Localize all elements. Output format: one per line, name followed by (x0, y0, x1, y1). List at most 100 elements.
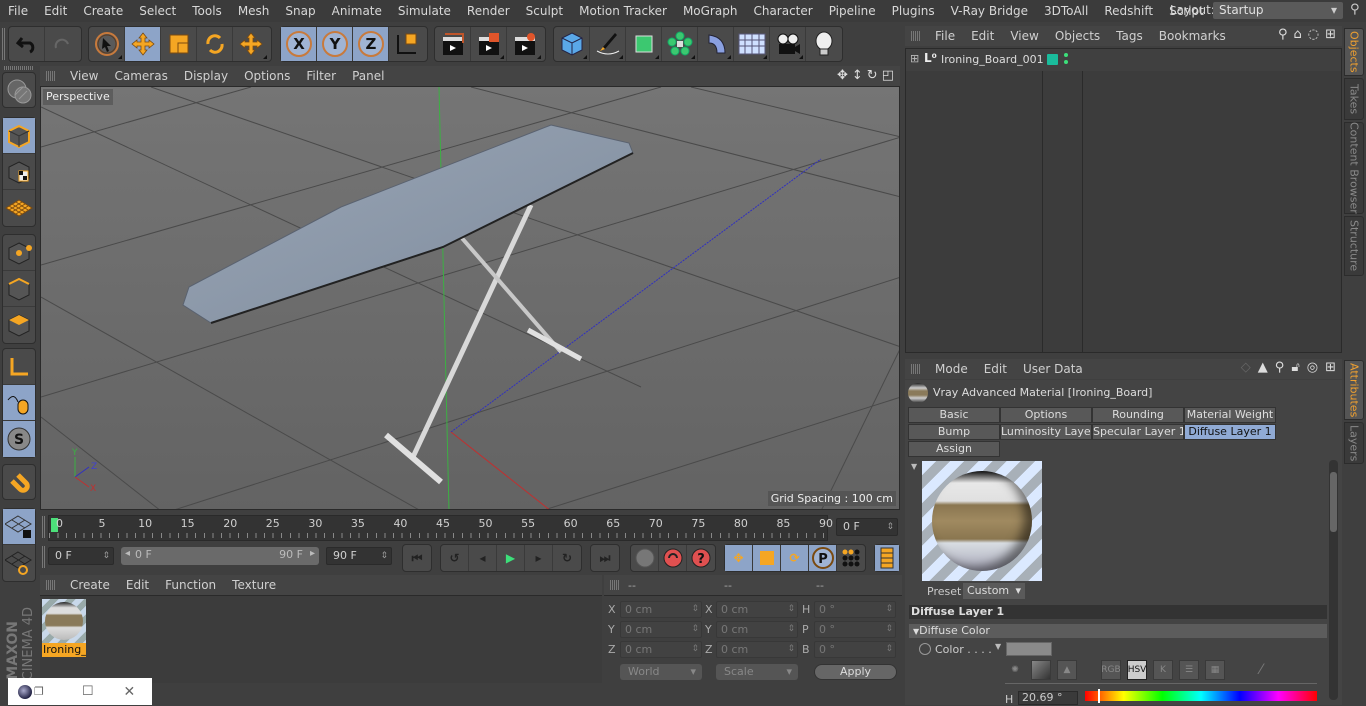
tab-bump[interactable]: Bump (908, 424, 1000, 440)
workplane-lock-icon[interactable] (3, 509, 35, 545)
object-menu-view[interactable]: View (1002, 29, 1046, 43)
pos-z-field[interactable]: 0 cm (620, 641, 702, 658)
camera-label[interactable]: Perspective (43, 89, 113, 105)
deformer-icon[interactable] (698, 27, 734, 61)
go-to-previous-key-icon[interactable]: ↺ (441, 545, 469, 571)
home-icon[interactable]: ⌂ (1293, 27, 1301, 42)
apply-button[interactable]: Apply (814, 664, 897, 680)
attributes-scrollbar[interactable] (1329, 460, 1338, 700)
viewport-dolly-icon[interactable]: ↕ (852, 68, 863, 83)
pos-y-field[interactable]: 0 cm (620, 621, 702, 638)
texture-mode-icon[interactable] (3, 154, 35, 190)
render-picture-viewer-icon[interactable] (471, 27, 507, 61)
menu-mesh[interactable]: Mesh (230, 4, 278, 18)
close-icon[interactable]: ✕ (124, 684, 136, 700)
mixer-icon[interactable]: ☰ (1179, 660, 1199, 680)
color-options-icon[interactable]: ▼ (995, 642, 1001, 651)
solo-mode-icon[interactable]: S (3, 421, 35, 457)
viewport-menu-display[interactable]: Display (176, 69, 236, 83)
scrollbar-thumb[interactable] (1330, 472, 1337, 532)
menu-render[interactable]: Render (459, 4, 518, 18)
workplane-mode-icon[interactable] (3, 190, 35, 226)
material-menu-texture[interactable]: Texture (224, 578, 284, 592)
size-y-field[interactable]: 0 cm (716, 621, 798, 638)
viewport-pan-icon[interactable]: ✥ (837, 68, 848, 83)
camera-icon[interactable] (770, 27, 806, 61)
restore-icon[interactable]: ❐ (34, 685, 44, 698)
render-settings-icon[interactable] (507, 27, 543, 61)
subsection-diffuse-color[interactable]: ▼Diffuse Color (909, 624, 1327, 638)
target-icon[interactable]: ◎ (1307, 360, 1318, 375)
points-mode-icon[interactable] (3, 235, 35, 271)
viewport-menu-view[interactable]: View (62, 69, 106, 83)
tab-takes[interactable]: Takes (1344, 78, 1364, 120)
play-icon[interactable]: ▶ (497, 545, 525, 571)
attr-menu-edit[interactable]: Edit (976, 362, 1015, 376)
viewport-solo-icon[interactable] (3, 73, 35, 109)
attr-menu-mode[interactable]: Mode (927, 362, 976, 376)
layer-color-swatch[interactable] (1047, 54, 1058, 65)
hue-slider-handle[interactable] (1098, 689, 1100, 703)
tab-specular-layer-1[interactable]: Specular Layer 1 (1092, 424, 1184, 440)
viewport-menu-panel[interactable]: Panel (344, 69, 392, 83)
floor-icon[interactable] (734, 27, 770, 61)
menu-mograph[interactable]: MoGraph (675, 4, 746, 18)
menu-vray-bridge[interactable]: V-Ray Bridge (943, 4, 1036, 18)
preset-select[interactable]: Custom ▾ (963, 583, 1025, 599)
timeline-window-icon[interactable] (875, 545, 899, 571)
3d-viewport[interactable]: Y Z X Perspective Grid Spacing : 100 cm (40, 86, 900, 510)
menu-sculpt[interactable]: Sculpt (518, 4, 571, 18)
material-preview[interactable] (922, 461, 1042, 581)
live-selection-icon[interactable] (89, 27, 125, 61)
hue-field[interactable]: 20.69 ° (1018, 691, 1078, 705)
tab-options[interactable]: Options (1000, 407, 1092, 423)
eye-icon[interactable]: ◌ (1308, 27, 1319, 42)
menu-character[interactable]: Character (745, 4, 820, 18)
start-frame-field[interactable]: 0 F (48, 547, 114, 565)
kelvin-mode-button[interactable]: K (1153, 660, 1173, 680)
move-icon[interactable] (125, 27, 161, 61)
tab-basic[interactable]: Basic (908, 407, 1000, 423)
polygons-mode-icon[interactable] (3, 307, 35, 343)
menu-create[interactable]: Create (75, 4, 131, 18)
back-icon[interactable]: ◇ (1241, 360, 1251, 375)
menu-animate[interactable]: Animate (324, 4, 390, 18)
scale-icon[interactable] (161, 27, 197, 61)
object-menu-bookmarks[interactable]: Bookmarks (1151, 29, 1234, 43)
viewport-menu-filter[interactable]: Filter (298, 69, 344, 83)
tab-objects[interactable]: Objects (1344, 28, 1364, 76)
viewport-menu-options[interactable]: Options (236, 69, 298, 83)
autokey-icon[interactable] (659, 545, 687, 571)
menu-3dtoall[interactable]: 3DToAll (1036, 4, 1096, 18)
viewport-menu-cameras[interactable]: Cameras (106, 69, 175, 83)
color-swatch[interactable] (1006, 642, 1052, 656)
render-visibility-dot[interactable] (1064, 60, 1068, 64)
tab-material-weight[interactable]: Material Weight (1184, 407, 1276, 423)
material-name[interactable]: Ironing_ (42, 643, 86, 657)
key-rotation-icon[interactable]: ⟳ (781, 545, 809, 571)
tab-rounding[interactable]: Rounding (1092, 407, 1184, 423)
eyedropper-icon[interactable]: ⁄ (1251, 660, 1271, 680)
spectrum-icon[interactable] (1031, 660, 1051, 680)
up-arrow-icon[interactable]: ▲ (1258, 360, 1268, 375)
preview-collapse-icon[interactable]: ▼ (911, 462, 917, 471)
rgb-mode-button[interactable]: RGB (1101, 660, 1121, 680)
go-to-end-icon[interactable]: ⏭ (591, 545, 619, 571)
object-menu-tags[interactable]: Tags (1108, 29, 1151, 43)
expand-icon[interactable]: ⊞ (910, 52, 919, 65)
render-view-icon[interactable] (435, 27, 471, 61)
material-menu-edit[interactable]: Edit (118, 578, 157, 592)
menu-plugins[interactable]: Plugins (884, 4, 943, 18)
material-menu-function[interactable]: Function (157, 578, 224, 592)
x-axis-icon[interactable]: X (281, 27, 317, 61)
size-z-field[interactable]: 0 cm (716, 641, 798, 658)
attr-menu-user-data[interactable]: User Data (1015, 362, 1091, 376)
menu-edit[interactable]: Edit (36, 4, 75, 18)
viewport-orbit-icon[interactable]: ↻ (867, 68, 878, 83)
workplane-align-icon[interactable] (3, 545, 35, 581)
pen-spline-icon[interactable] (590, 27, 626, 61)
y-axis-icon[interactable]: Y (317, 27, 353, 61)
object-menu-objects[interactable]: Objects (1047, 29, 1108, 43)
tab-assign[interactable]: Assign (908, 441, 1000, 457)
swatches-icon[interactable]: ▦ (1205, 660, 1225, 680)
